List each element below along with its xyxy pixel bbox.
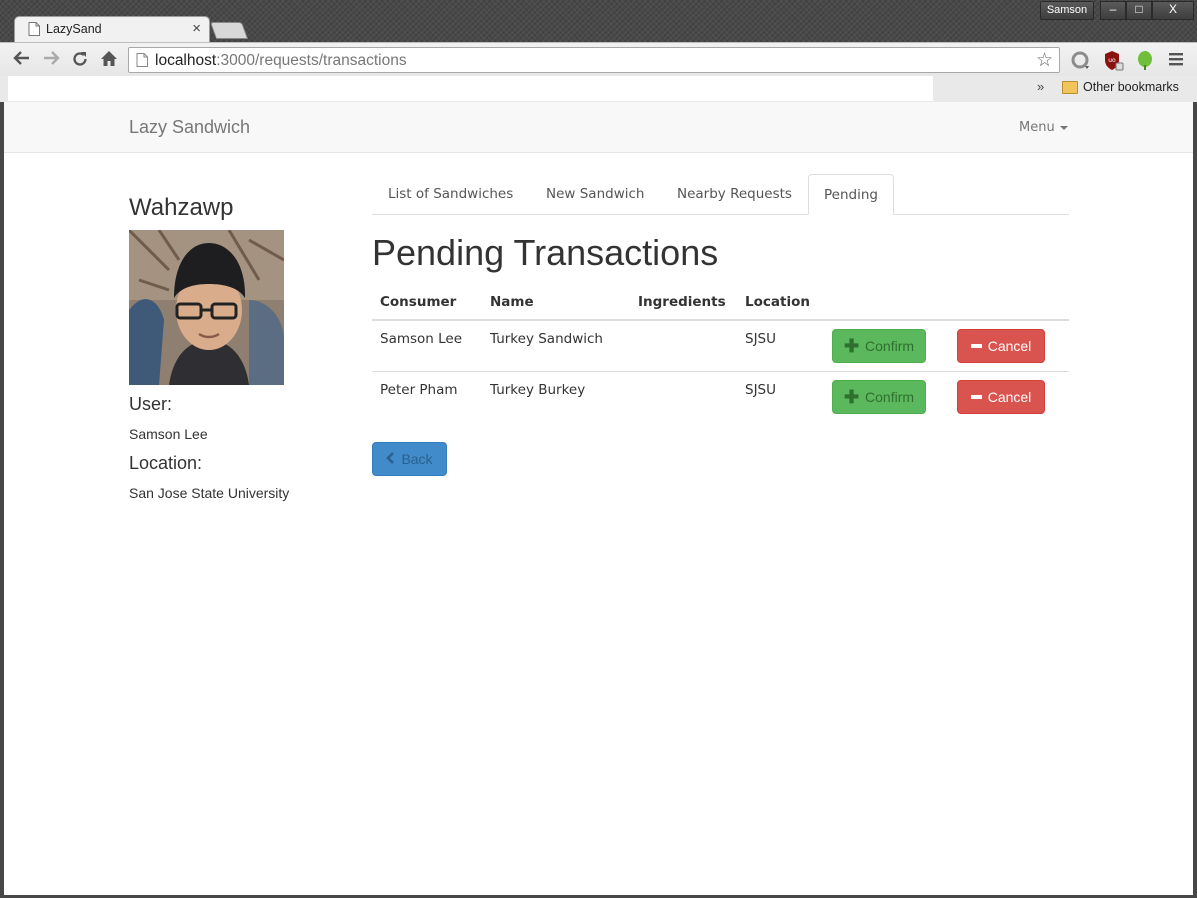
window-frame-left [0,102,4,898]
cancel-label: Cancel [987,338,1032,354]
page-icon [136,53,148,72]
confirm-button[interactable]: ✚ Confirm [832,329,926,363]
location-label: Location: [129,453,203,473]
new-tab-button[interactable] [209,22,249,39]
column-header-location: Location [745,294,810,310]
url-text: localhost:3000/requests/transactions [155,52,407,69]
page-content: Lazy Sandwich Menu Wahzawp User: Samson … [4,102,1193,895]
address-bar[interactable]: localhost:3000/requests/transactions ☆ [128,47,1060,73]
nav-tabs: List of Sandwiches New Sandwich Nearby R… [372,174,1069,215]
confirm-button[interactable]: ✚ Confirm [832,380,926,414]
cell-consumer: Peter Pham [380,382,458,398]
cell-name: Turkey Burkey [490,382,586,398]
minus-icon [970,344,982,348]
column-header-ingredients: Ingredients [638,294,726,310]
cell-location: SJSU [745,331,777,347]
bookmarks-area [8,76,933,101]
svg-text:uo: uo [1108,57,1116,64]
user-label: User: [129,394,173,414]
cancel-button[interactable]: Cancel [957,380,1045,414]
cancel-label: Cancel [987,389,1032,405]
back-button[interactable]: Back [372,442,447,476]
confirm-label: Confirm [865,389,915,405]
maximize-button[interactable]: □ [1126,1,1152,20]
home-icon[interactable] [99,50,119,72]
bookmark-star-icon[interactable]: ☆ [1036,49,1053,72]
tab-pending[interactable]: Pending [808,174,894,215]
tab-new-sandwich[interactable]: New Sandwich [531,174,659,214]
tab-list-of-sandwiches[interactable]: List of Sandwiches [373,174,528,214]
back-label: Back [401,451,433,467]
column-header-name: Name [490,294,534,310]
page-title: Pending Transactions [372,232,719,273]
bookmarks-overflow-icon[interactable]: » [1037,79,1044,94]
table-row: Samson Lee Turkey Sandwich SJSU ✚ Confir… [372,321,1069,372]
site-brand[interactable]: Lazy Sandwich [129,117,250,138]
other-bookmarks[interactable]: Other bookmarks [1062,80,1179,94]
menu-dropdown[interactable]: Menu [1019,120,1068,135]
site-navbar: Lazy Sandwich Menu [4,102,1193,153]
location-value: San Jose State University [129,485,290,501]
cancel-button[interactable]: Cancel [957,329,1045,363]
forward-arrow-icon[interactable] [41,50,61,71]
folder-icon [1062,80,1078,94]
other-bookmarks-label: Other bookmarks [1083,80,1179,94]
profile-badge[interactable]: Samson [1040,1,1094,20]
extension-icon[interactable] [1070,50,1090,70]
avatar [129,230,284,385]
chrome-menu-icon[interactable] [1167,50,1187,70]
minimize-button[interactable]: – [1100,1,1126,20]
plus-icon: ✚ [843,387,860,407]
cell-location: SJSU [745,382,777,398]
chevron-left-icon [386,451,396,467]
browser-tab[interactable]: LazySand × [14,16,210,42]
cell-name: Turkey Sandwich [490,331,603,347]
profile-name: Wahzawp [129,194,234,221]
minus-icon [970,395,982,399]
bookmarks-bar: » Other bookmarks [0,76,1197,103]
tab-title: LazySand [46,22,102,36]
window-close-button[interactable]: X [1152,1,1194,20]
browser-titlebar: LazySand × Samson – □ X [0,0,1197,42]
table-row: Peter Pham Turkey Burkey SJSU ✚ Confirm … [372,372,1069,423]
user-value: Samson Lee [129,426,208,442]
caret-down-icon [1059,125,1068,130]
back-arrow-icon[interactable] [12,50,32,71]
window-frame-right [1193,102,1197,898]
menu-label: Menu [1019,120,1055,135]
browser-toolbar: localhost:3000/requests/transactions ☆ u… [0,42,1197,77]
plus-icon: ✚ [843,336,860,356]
ublock-icon[interactable]: uo [1103,50,1124,71]
cell-consumer: Samson Lee [380,331,463,347]
tab-nearby-requests[interactable]: Nearby Requests [662,174,807,214]
reload-icon[interactable] [70,50,90,73]
tab-close-icon[interactable]: × [192,20,201,37]
column-header-consumer: Consumer [380,294,457,310]
confirm-label: Confirm [865,338,915,354]
evernote-icon[interactable] [1135,50,1155,70]
page-icon [28,22,40,41]
